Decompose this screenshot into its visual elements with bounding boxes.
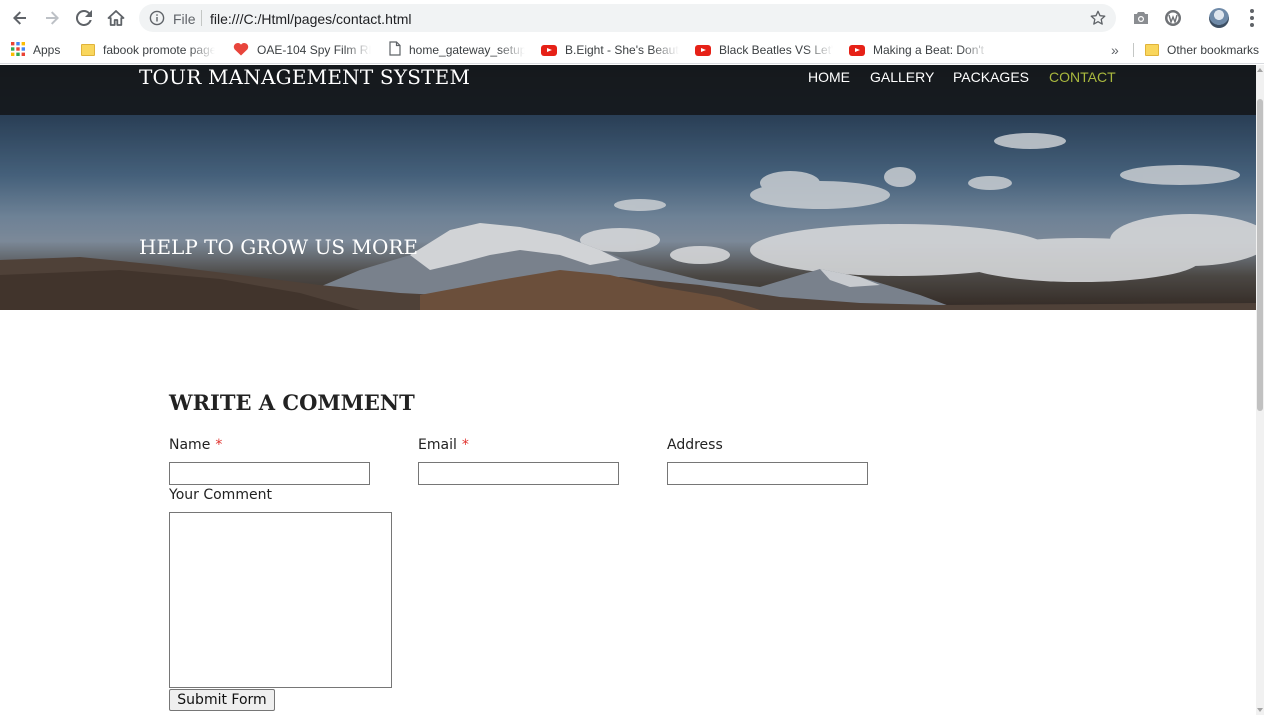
bookmark-item[interactable]: Black Beatles VS Let's: [695, 41, 833, 59]
folder-icon: [81, 44, 95, 56]
submit-button[interactable]: Submit Form: [169, 689, 275, 711]
youtube-icon: [541, 44, 557, 56]
bookmark-label: Other bookmarks: [1167, 43, 1260, 57]
required-marker: *: [215, 437, 223, 453]
browser-toolbar: File file:///C:/Html/pages/contact.html: [0, 0, 1264, 36]
page-scrollbar[interactable]: [1256, 65, 1264, 715]
name-input[interactable]: [169, 462, 370, 485]
scroll-up-icon[interactable]: [1257, 68, 1263, 72]
email-label: Email *: [418, 437, 469, 453]
info-icon[interactable]: [149, 10, 165, 31]
apps-grid-icon: [11, 41, 25, 59]
site-title[interactable]: TOUR MANAGEMENT SYSTEM: [139, 65, 470, 89]
hero-heading: HELP TO GROW US MORE: [139, 235, 419, 259]
bookmark-item[interactable]: B.Eight - She's Beautiful: [541, 41, 679, 59]
bookmark-label: Making a Beat: Don't: [873, 43, 985, 57]
scrollbar-thumb[interactable]: [1257, 99, 1263, 411]
bookmark-label: OAE-104 Spy Film RIC: [257, 43, 371, 57]
bookmark-item[interactable]: OAE-104 Spy Film RIC: [233, 41, 371, 59]
nav-link-home[interactable]: HOME: [808, 69, 850, 85]
bookmarks-overflow-button[interactable]: »: [1111, 41, 1119, 59]
bookmark-item[interactable]: fabook promote page: [81, 41, 215, 59]
form-heading: WRITE A COMMENT: [169, 390, 415, 415]
hero-banner: TOUR MANAGEMENT SYSTEM HOME GALLERY PACK…: [0, 65, 1256, 310]
address-label: Address: [667, 437, 723, 453]
other-bookmarks[interactable]: Other bookmarks: [1145, 41, 1259, 59]
youtube-icon: [849, 44, 865, 56]
comment-label: Your Comment: [169, 487, 272, 503]
heart-icon: [233, 42, 249, 59]
scheme-label: File: [173, 11, 196, 27]
bookmark-label: B.Eight - She's Beautiful: [565, 43, 679, 57]
comment-textarea[interactable]: [169, 512, 392, 688]
bookmark-label: Black Beatles VS Let's: [719, 43, 833, 57]
divider: [1133, 43, 1134, 57]
home-icon[interactable]: [104, 6, 128, 30]
star-icon[interactable]: [1090, 10, 1106, 31]
camera-icon[interactable]: [1131, 8, 1151, 28]
email-label-text: Email: [418, 437, 457, 453]
bookmarks-bar: Apps fabook promote page OAE-104 Spy Fil…: [0, 36, 1264, 64]
more-menu-icon[interactable]: [1246, 9, 1258, 27]
avatar[interactable]: [1209, 8, 1229, 28]
name-label: Name *: [169, 437, 222, 453]
name-label-text: Name: [169, 437, 211, 453]
url-text[interactable]: file:///C:/Html/pages/contact.html: [210, 11, 412, 27]
email-input[interactable]: [418, 462, 619, 485]
reload-icon[interactable]: [72, 6, 96, 30]
bookmark-label: home_gateway_setup: [409, 43, 525, 57]
nav-link-gallery[interactable]: GALLERY: [870, 69, 934, 85]
nav-link-contact[interactable]: CONTACT: [1049, 69, 1116, 85]
address-bar[interactable]: File file:///C:/Html/pages/contact.html: [139, 4, 1116, 32]
nav-link-packages[interactable]: PACKAGES: [953, 69, 1029, 85]
scroll-down-icon[interactable]: [1257, 708, 1263, 712]
youtube-icon: [695, 44, 711, 56]
bookmark-label: fabook promote page: [103, 43, 215, 57]
required-marker: *: [461, 437, 469, 453]
bookmark-label: Apps: [33, 43, 61, 57]
back-arrow-icon[interactable]: [8, 6, 32, 30]
site-navbar: TOUR MANAGEMENT SYSTEM HOME GALLERY PACK…: [0, 65, 1256, 115]
document-icon: [389, 41, 401, 59]
bookmark-item[interactable]: Making a Beat: Don't: [849, 41, 989, 59]
extension-icon[interactable]: [1163, 8, 1183, 28]
bookmark-apps[interactable]: Apps: [11, 41, 60, 59]
bookmark-item[interactable]: home_gateway_setup: [389, 41, 525, 59]
folder-icon: [1145, 44, 1159, 56]
address-input[interactable]: [667, 462, 868, 485]
forward-arrow-icon[interactable]: [40, 6, 64, 30]
page-viewport: TOUR MANAGEMENT SYSTEM HOME GALLERY PACK…: [0, 65, 1256, 715]
divider: [201, 10, 202, 26]
